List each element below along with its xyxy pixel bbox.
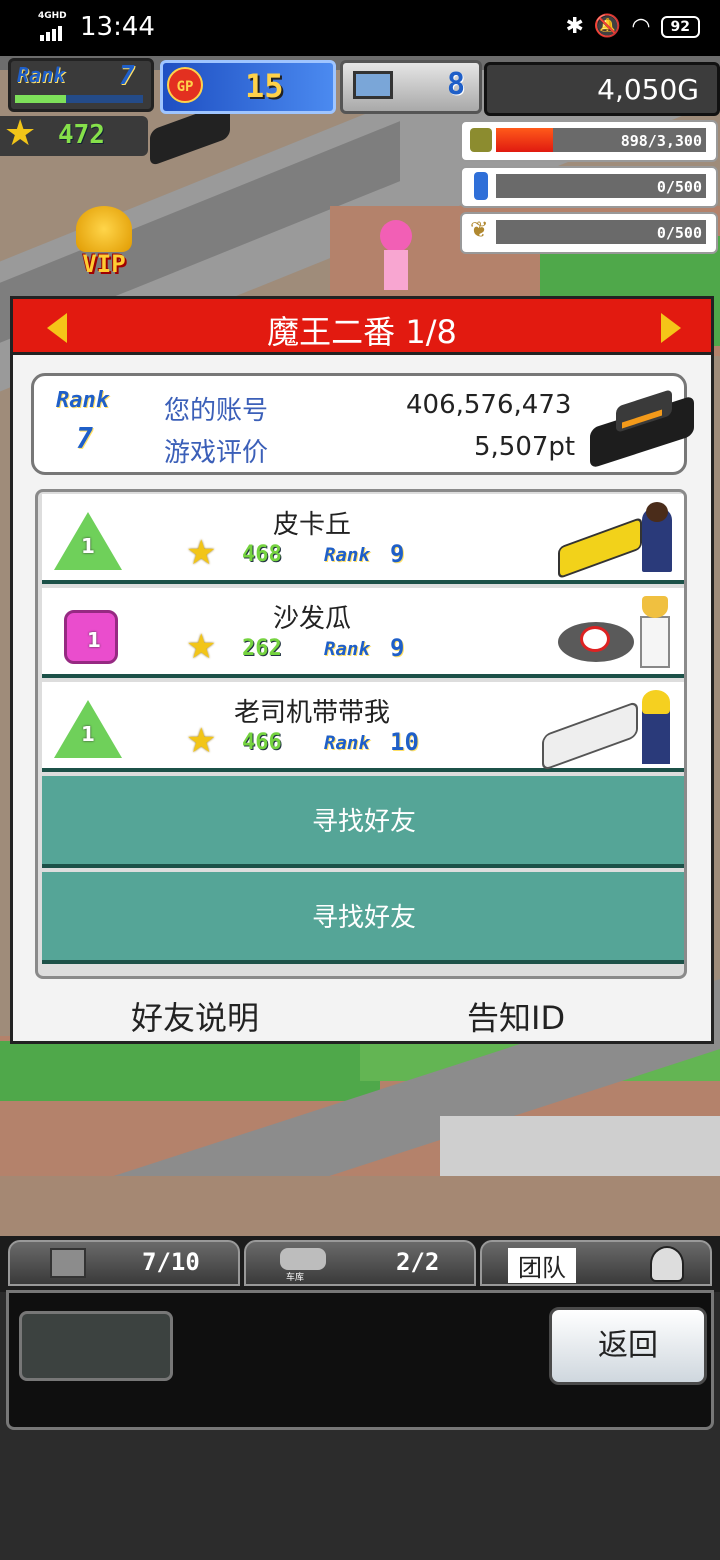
stars-value: 472 <box>58 120 105 150</box>
tab-team[interactable]: 团队 <box>480 1240 712 1286</box>
find-friend-button[interactable]: 寻找好友 <box>42 872 684 964</box>
find-friend-button[interactable]: 寻找好友 <box>42 776 684 868</box>
crown-icon <box>76 206 132 252</box>
tab-garage-slots[interactable]: 7/10 <box>8 1240 240 1286</box>
black-car-icon <box>590 388 694 469</box>
star-icon: ★ <box>4 113 37 154</box>
white-car-icon <box>542 690 682 772</box>
coin-stack-icon <box>470 128 492 152</box>
battery-indicator: 92 <box>660 15 700 38</box>
friend-name: 老司机带带我 <box>233 698 390 728</box>
resource-bar-fuel: 0/500 <box>460 166 718 208</box>
stars-panel: ★ 472 <box>0 113 148 156</box>
friend-name: 皮卡丘 <box>272 510 351 540</box>
character-icon <box>650 1246 684 1282</box>
rank-panel: Rank 7 <box>8 58 154 112</box>
fuel-bottle-icon <box>474 172 488 200</box>
friend-row[interactable]: 1 沙发瓜 ★ 262 Rank 9 <box>42 588 684 678</box>
vip-badge[interactable]: VIP <box>62 206 146 282</box>
account-id-label: 您的账号 <box>164 396 269 426</box>
pc-panel[interactable]: 8 <box>340 60 482 114</box>
pc-value: 8 <box>447 67 466 102</box>
friend-stars: 468 <box>242 542 282 567</box>
account-rank-value: 7 <box>76 422 93 455</box>
crate-icon <box>50 1248 86 1278</box>
friend-rank-label: Rank <box>324 638 370 660</box>
friend-rank-label: Rank <box>324 544 370 566</box>
empty-slot <box>19 1311 173 1381</box>
bluetooth-icon: ✱ <box>565 14 584 39</box>
coins-value: 898/3,300 <box>620 132 702 150</box>
star-icon: ★ <box>186 721 217 761</box>
rating-value: 5,507pt <box>474 432 576 462</box>
friend-rank: 9 <box>390 540 405 568</box>
account-card: Rank 7 您的账号 406,576,473 游戏评价 5,507pt <box>31 373 694 475</box>
gp-panel[interactable]: GP 15 <box>160 60 336 114</box>
account-id-value: 406,576,473 <box>406 390 572 420</box>
gp-coin-icon: GP <box>167 67 203 103</box>
yellow-race-car-icon <box>558 502 682 580</box>
vip-label: VIP <box>82 250 126 278</box>
signal-icon <box>40 22 64 41</box>
tab-garage[interactable]: 车库 2/2 <box>244 1240 476 1286</box>
status-bar: 4GHD 13:44 ✱ 🔕 ◠ 92 <box>0 0 720 56</box>
friend-help-link[interactable]: 好友说明 <box>131 993 259 1039</box>
friend-rank: 10 <box>390 728 419 756</box>
garage-car-icon <box>280 1248 326 1270</box>
gold-value: 4,050G <box>597 73 699 106</box>
rank-label: Rank <box>17 63 66 87</box>
bottom-panel: 返回 <box>6 1290 714 1430</box>
rank-progress-bar <box>15 95 143 103</box>
network-type: 4GHD <box>38 11 67 21</box>
pink-hair-character <box>376 220 416 292</box>
next-arrow-icon[interactable] <box>661 313 681 343</box>
friend-stars: 466 <box>242 730 282 755</box>
friend-row[interactable]: 1 皮卡丘 ★ 468 Rank 9 <box>42 494 684 584</box>
gp-value: 15 <box>245 67 284 105</box>
wifi-icon: ◠ <box>631 14 651 39</box>
bottom-tab-bar: 7/10 车库 2/2 团队 <box>0 1236 720 1292</box>
back-button[interactable]: 返回 <box>549 1307 707 1385</box>
star-icon: ★ <box>186 627 217 667</box>
garage-value: 2/2 <box>396 1248 440 1276</box>
friends-list: 1 皮卡丘 ★ 468 Rank 9 1 沙发瓜 ★ 262 Rank 9 1 … <box>35 489 687 979</box>
wheat-icon: ❦ <box>470 218 489 243</box>
computer-icon <box>353 71 393 99</box>
garage-label: 车库 <box>286 1273 305 1283</box>
mute-bell-icon: 🔕 <box>593 14 622 39</box>
account-rank-label: Rank <box>56 388 109 413</box>
friend-name: 沙发瓜 <box>272 604 351 634</box>
bumper-car-icon <box>558 596 682 674</box>
bottom-background <box>0 1430 720 1560</box>
rating-label: 游戏评价 <box>164 438 269 468</box>
star-icon: ★ <box>186 533 217 573</box>
wheat-value: 0/500 <box>656 224 702 242</box>
dialog-title: 魔王二番 1/8 <box>267 313 457 351</box>
resource-bar-wheat: ❦ 0/500 <box>460 212 718 254</box>
team-label: 团队 <box>508 1248 576 1283</box>
slots-value: 7/10 <box>142 1248 200 1276</box>
friend-stars: 262 <box>242 636 282 661</box>
gold-panel: 4,050G <box>484 62 720 116</box>
fuel-value: 0/500 <box>656 178 702 196</box>
clock: 13:44 <box>80 12 155 42</box>
coins-fill <box>496 128 553 152</box>
dialog-header: 魔王二番 1/8 <box>13 299 711 355</box>
friend-rank: 9 <box>390 634 405 662</box>
share-id-link[interactable]: 告知ID <box>467 993 565 1039</box>
resource-bar-coins: 898/3,300 <box>460 120 718 162</box>
friends-dialog: 魔王二番 1/8 Rank 7 您的账号 406,576,473 游戏评价 5,… <box>10 296 714 1044</box>
rank-value: 7 <box>119 61 135 91</box>
friend-row[interactable]: 1 老司机带带我 ★ 466 Rank 10 <box>42 682 684 772</box>
friend-rank-label: Rank <box>324 732 370 754</box>
